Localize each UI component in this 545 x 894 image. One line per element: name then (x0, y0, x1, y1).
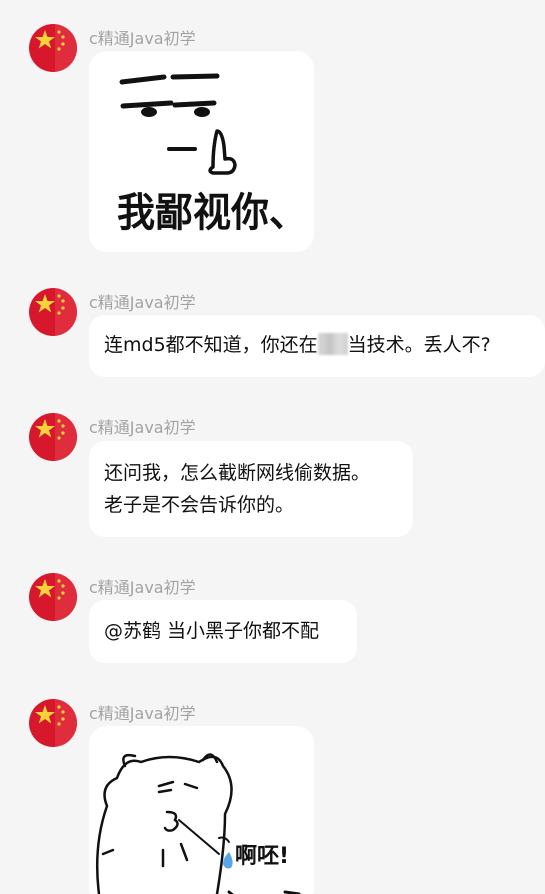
message-item: c精通Java初学 我鄙视你、 (0, 0, 545, 260)
avatar[interactable] (29, 699, 77, 747)
message-text: @苏鹤 当小黑子你都不配 (104, 620, 320, 642)
sender-name: c精通Java初学 (89, 29, 196, 48)
bear-spit-sticker[interactable]: 啊呸! (89, 726, 314, 894)
sender-name: c精通Java初学 (89, 293, 196, 312)
avatar[interactable] (29, 24, 77, 72)
message-text-line: 还问我，怎么截断网线偷数据。 (104, 462, 371, 484)
sender-name: c精通Java初学 (89, 418, 196, 437)
sender-name: c精通Java初学 (89, 704, 196, 723)
avatar[interactable] (29, 573, 77, 621)
contempt-sticker[interactable]: 我鄙视你、 (89, 51, 314, 252)
chat-message-list[interactable]: c精通Java初学 我鄙视你、 c精通Java初学 连md5都不知道，你还在 当… (0, 0, 545, 894)
message-item: c精通Java初学 啊呸! (0, 680, 545, 894)
message-text: 当技术。丢人不? (347, 334, 491, 356)
sticker-caption: 啊呸! (235, 844, 289, 869)
message-item: c精通Java初学 还问我，怎么截断网线偷数据。 老子是不会告诉你的。 (0, 395, 545, 545)
message-bubble[interactable]: 还问我，怎么截断网线偷数据。 老子是不会告诉你的。 (89, 441, 413, 537)
message-text: 连md5都不知道，你还在 (104, 334, 318, 356)
sender-name: c精通Java初学 (89, 578, 196, 597)
avatar[interactable] (29, 288, 77, 336)
sticker-caption: 我鄙视你、 (117, 190, 307, 236)
message-item: c精通Java初学 @苏鹤 当小黑子你都不配 (0, 555, 545, 670)
avatar[interactable] (29, 413, 77, 461)
message-bubble[interactable]: 连md5都不知道，你还在 当技术。丢人不? (89, 315, 545, 377)
message-bubble[interactable]: @苏鹤 当小黑子你都不配 (89, 600, 357, 663)
redacted-text (317, 333, 348, 355)
message-item: c精通Java初学 连md5都不知道，你还在 当技术。丢人不? (0, 270, 545, 385)
message-text-line: 老子是不会告诉你的。 (104, 494, 295, 516)
